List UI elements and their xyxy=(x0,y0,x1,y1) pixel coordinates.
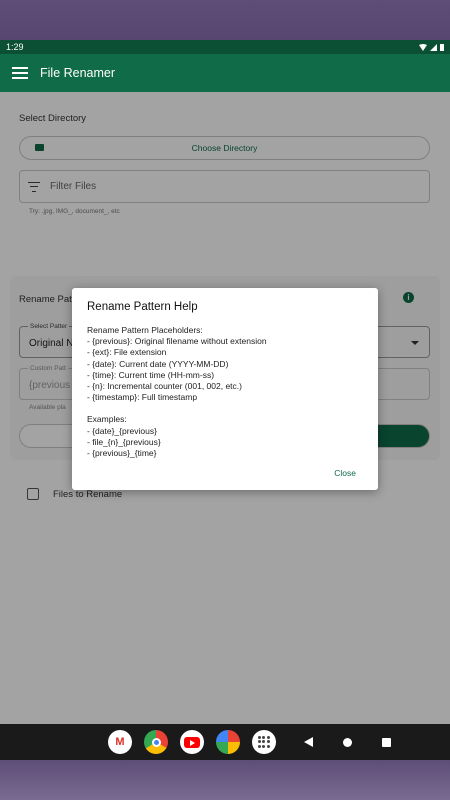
close-button[interactable]: Close xyxy=(334,468,356,478)
placeholder-line: - {ext}: File extension xyxy=(87,347,167,358)
placeholder-line: - {n}: Incremental counter (001, 002, et… xyxy=(87,381,242,392)
app-dock: M xyxy=(108,730,276,754)
status-time: 1:29 xyxy=(6,42,24,52)
examples-heading: Examples: xyxy=(87,414,127,425)
example-line: - file_{n}_{previous} xyxy=(87,436,161,447)
dialog-title: Rename Pattern Help xyxy=(87,301,198,313)
youtube-icon[interactable] xyxy=(180,730,204,754)
signal-icon xyxy=(430,43,437,51)
back-icon[interactable] xyxy=(304,737,313,747)
device-top-bezel xyxy=(0,0,450,40)
system-nav-keys xyxy=(304,737,391,747)
placeholder-line: - {timestamp}: Full timestamp xyxy=(87,392,198,403)
app-title: File Renamer xyxy=(40,66,116,80)
navigation-bar: M xyxy=(0,724,450,760)
placeholders-heading: Rename Pattern Placeholders: xyxy=(87,325,203,335)
chrome-icon[interactable] xyxy=(144,730,168,754)
photos-icon[interactable] xyxy=(216,730,240,754)
placeholder-line: - {date}: Current date (YYYY-MM-DD) xyxy=(87,358,229,369)
battery-icon xyxy=(440,43,444,51)
device-bottom-bezel xyxy=(0,760,450,800)
example-line: - {date}_{previous} xyxy=(87,425,157,436)
status-bar: 1:29 xyxy=(0,40,450,54)
wifi-icon xyxy=(419,43,427,51)
placeholder-line: - {previous}: Original filename without … xyxy=(87,336,267,347)
status-icons xyxy=(419,43,444,51)
gmail-icon[interactable]: M xyxy=(108,730,132,754)
screen: 1:29 File Renamer Select Directory Choos… xyxy=(0,40,450,760)
recents-icon[interactable] xyxy=(382,737,391,747)
app-bar: File Renamer xyxy=(0,54,450,92)
rename-pattern-help-dialog: Rename Pattern Help Rename Pattern Place… xyxy=(72,288,378,490)
app-launcher-icon[interactable] xyxy=(252,730,276,754)
placeholder-line: - {time}: Current time (HH-mm-ss) xyxy=(87,369,215,380)
home-icon[interactable] xyxy=(343,737,352,747)
menu-icon[interactable] xyxy=(12,65,28,81)
dialog-body: Rename Pattern Placeholders: - {previous… xyxy=(87,325,363,459)
example-line: - {previous}_{time} xyxy=(87,448,157,459)
